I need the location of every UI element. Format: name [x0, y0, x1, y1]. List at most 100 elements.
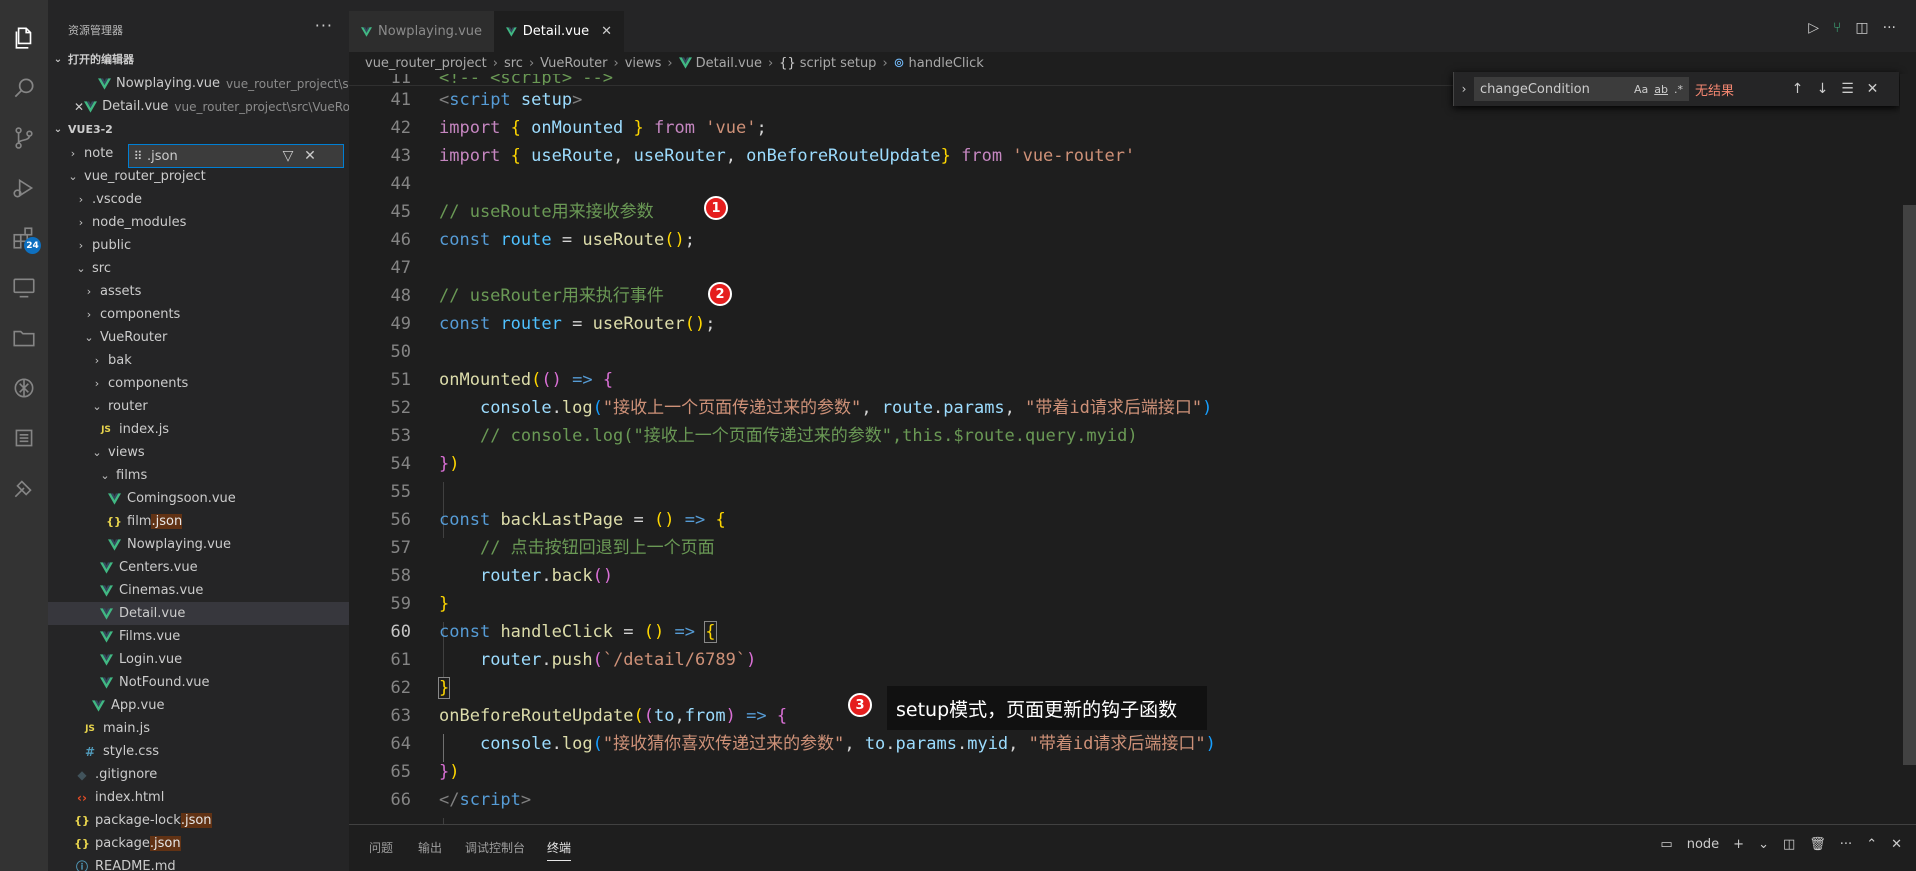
new-terminal-icon[interactable]: +: [1733, 837, 1744, 852]
tree-file[interactable]: Cinemas.vue: [48, 579, 349, 602]
tree-folder[interactable]: ⌄ src: [48, 257, 349, 280]
tree-file[interactable]: Comingsoon.vue: [48, 487, 349, 510]
tree-file-selected[interactable]: Detail.vue: [48, 602, 349, 625]
open-editors-section[interactable]: ⌄ 打开的编辑器: [48, 48, 349, 70]
explorer-icon[interactable]: [0, 16, 48, 60]
tree-file[interactable]: Login.vue: [48, 648, 349, 671]
scrollbar-thumb[interactable]: [1903, 205, 1916, 765]
run-debug-icon[interactable]: [0, 166, 48, 210]
tab-terminal[interactable]: 终端: [547, 839, 572, 861]
api-tester-icon[interactable]: [0, 466, 48, 510]
tree-folder[interactable]: › bak: [48, 349, 349, 372]
tree-file[interactable]: ‹› index.html: [48, 786, 349, 809]
breadcrumb-item[interactable]: script setup: [800, 56, 877, 71]
tab-problems[interactable]: 问题: [369, 839, 393, 856]
open-editor-item[interactable]: ✕ Detail.vue vue_router_project\src\VueR…: [48, 95, 349, 118]
chevron-down-icon: ⌄: [76, 262, 86, 275]
tree-folder[interactable]: › assets: [48, 280, 349, 303]
source-control-icon[interactable]: [0, 116, 48, 160]
line-number: 44: [390, 174, 411, 194]
chevron-right-icon: ›: [613, 55, 619, 71]
tree-file[interactable]: {} film .json: [48, 510, 349, 533]
extensions-icon[interactable]: 24: [0, 216, 48, 260]
breadcrumb-item[interactable]: src: [504, 56, 523, 71]
run-icon[interactable]: ▷: [1808, 20, 1819, 36]
tab-detail[interactable]: Detail.vue ✕: [494, 11, 624, 52]
vue-devtools-icon[interactable]: ⑂: [1833, 20, 1841, 36]
tree-filter-box[interactable]: ⠿ ▽ ✕: [128, 144, 344, 168]
tab-nowplaying[interactable]: Nowplaying.vue: [349, 11, 494, 52]
tree-file[interactable]: ⓘ README.md: [48, 855, 349, 871]
chevron-right-icon: ›: [94, 354, 100, 367]
toggle-replace-icon[interactable]: ›: [1454, 82, 1474, 96]
drag-handle-icon[interactable]: ⠿: [129, 149, 147, 163]
breadcrumb-item[interactable]: vue_router_project: [365, 56, 487, 71]
tree-file[interactable]: App.vue: [48, 694, 349, 717]
tree-file[interactable]: Nowplaying.vue: [48, 533, 349, 556]
close-icon[interactable]: ✕: [1860, 81, 1885, 97]
more-actions-icon[interactable]: ···: [315, 16, 333, 35]
arrow-down-icon[interactable]: ↓: [1810, 81, 1835, 97]
find-in-selection-icon[interactable]: ☰: [1835, 81, 1860, 97]
tree-file[interactable]: # style.css: [48, 740, 349, 763]
tree-folder[interactable]: › .vscode: [48, 188, 349, 211]
arrow-up-icon[interactable]: ↑: [1785, 81, 1810, 97]
tree-file[interactable]: ◆ .gitignore: [48, 763, 349, 786]
workspace-section[interactable]: ⌄ VUE3-2: [48, 118, 349, 140]
tree-folder[interactable]: ⌄ views: [48, 441, 349, 464]
chevron-up-icon[interactable]: ⌃: [1866, 837, 1877, 852]
tree-file[interactable]: Films.vue: [48, 625, 349, 648]
close-icon[interactable]: ✕: [74, 100, 84, 114]
close-icon[interactable]: ✕: [601, 24, 612, 39]
breadcrumb-item[interactable]: Detail.vue: [696, 56, 762, 71]
match-case-toggle[interactable]: Aa: [1634, 83, 1648, 96]
line-number: 66: [390, 790, 411, 810]
whole-word-toggle[interactable]: ab: [1654, 83, 1668, 96]
chevron-down-icon[interactable]: ⌄: [1758, 837, 1769, 852]
tree-file[interactable]: NotFound.vue: [48, 671, 349, 694]
chevron-down-icon: ⌄: [68, 170, 78, 183]
tree-file[interactable]: {} package .json: [48, 832, 349, 855]
close-icon[interactable]: ✕: [1891, 837, 1902, 852]
tab-label: Nowplaying.vue: [378, 24, 482, 39]
tree-folder[interactable]: › public: [48, 234, 349, 257]
split-terminal-icon[interactable]: ◫: [1783, 837, 1795, 852]
css-file-icon: #: [84, 744, 96, 759]
annotation-badge-1: 1: [704, 196, 728, 220]
tree-file[interactable]: {} package-lock .json: [48, 809, 349, 832]
trash-icon[interactable]: 🗑: [1809, 837, 1826, 852]
notes-icon[interactable]: [0, 416, 48, 460]
breadcrumb-item[interactable]: VueRouter: [540, 56, 607, 71]
tree-file[interactable]: JS main.js: [48, 717, 349, 740]
remote-explorer-icon[interactable]: [0, 266, 48, 310]
tree-folder[interactable]: ⌄ router: [48, 395, 349, 418]
close-icon[interactable]: ✕: [299, 148, 321, 164]
chatgpt-icon[interactable]: [0, 366, 48, 410]
breadcrumb-item[interactable]: handleClick: [909, 56, 984, 71]
tree-folder[interactable]: › node_modules: [48, 211, 349, 234]
tab-debug-console[interactable]: 调试控制台: [465, 839, 525, 856]
tree-folder[interactable]: ⌄ vue_router_project: [48, 165, 349, 188]
more-actions-icon[interactable]: ···: [1840, 837, 1852, 852]
tree-filter-input[interactable]: [147, 148, 277, 164]
line-number: 50: [390, 342, 411, 362]
tree-file-label: Detail.vue: [119, 606, 186, 621]
tree-folder[interactable]: › components: [48, 303, 349, 326]
tab-output[interactable]: 输出: [418, 839, 442, 856]
split-editor-icon[interactable]: ◫: [1855, 20, 1868, 36]
tree-file[interactable]: Centers.vue: [48, 556, 349, 579]
breadcrumb-item[interactable]: views: [625, 56, 662, 71]
tree-folder[interactable]: › components: [48, 372, 349, 395]
find-input[interactable]: changeCondition Aa ab .*: [1474, 77, 1689, 101]
vue-file-icon: [98, 606, 114, 622]
search-icon[interactable]: [0, 66, 48, 110]
tree-file[interactable]: JS index.js: [48, 418, 349, 441]
tree-folder[interactable]: ⌄ films: [48, 464, 349, 487]
more-actions-icon[interactable]: ···: [1883, 20, 1896, 36]
folder-icon[interactable]: [0, 316, 48, 360]
regex-toggle[interactable]: .*: [1674, 83, 1683, 96]
filter-icon[interactable]: ▽: [277, 148, 299, 164]
tree-folder[interactable]: ⌄ VueRouter: [48, 326, 349, 349]
terminal-name[interactable]: node: [1687, 837, 1719, 852]
open-editor-item[interactable]: Nowplaying.vue vue_router_project\src...: [48, 72, 349, 95]
